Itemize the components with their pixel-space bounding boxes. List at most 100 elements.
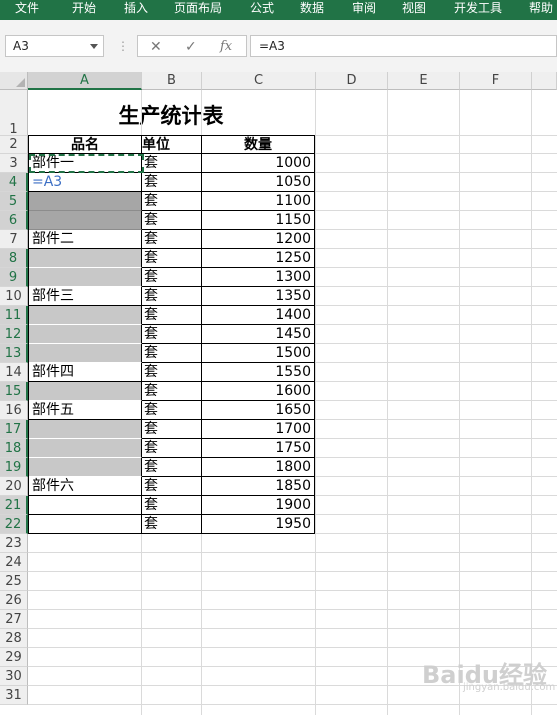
cell-name[interactable] [29,458,142,477]
row-header-6[interactable]: 6 [0,211,28,230]
header-cell-qty[interactable]: 数量 [202,136,315,154]
cell-name[interactable]: =A3 [29,173,142,192]
cancel-icon[interactable]: ✕ [150,39,162,55]
cell-unit[interactable]: 套 [142,344,202,363]
row-header-29[interactable]: 29 [0,648,28,667]
row-header-13[interactable]: 13 [0,344,28,363]
formula-input[interactable]: =A3 [250,35,557,57]
column-header-f[interactable]: F [460,72,532,90]
column-header-e[interactable]: E [388,72,460,90]
row-header-2[interactable]: 2 [0,136,28,154]
cell-name[interactable] [29,439,142,458]
cell-qty[interactable]: 1150 [202,211,315,230]
cell-qty[interactable]: 1050 [202,173,315,192]
row-header-5[interactable]: 5 [0,192,28,211]
header-cell-name[interactable]: 品名 [29,136,142,154]
cell-qty[interactable]: 1700 [202,420,315,439]
row-header-23[interactable]: 23 [0,534,28,553]
cell-unit[interactable]: 套 [142,268,202,287]
cell-unit[interactable]: 套 [142,382,202,401]
cell-unit[interactable]: 套 [142,173,202,192]
row-header-26[interactable]: 26 [0,591,28,610]
cell-name[interactable] [29,325,142,344]
cell-qty[interactable]: 1450 [202,325,315,344]
cell-qty[interactable]: 1750 [202,439,315,458]
row-header-15[interactable]: 15 [0,382,28,401]
row-header-14[interactable]: 14 [0,363,28,382]
cell-qty[interactable]: 1600 [202,382,315,401]
row-header-20[interactable]: 20 [0,477,28,496]
cell-qty[interactable]: 1650 [202,401,315,420]
cell-unit[interactable]: 套 [142,363,202,382]
row-header-31[interactable]: 31 [0,686,28,705]
cell-qty[interactable]: 1250 [202,249,315,268]
cell-unit[interactable]: 套 [142,287,202,306]
cell-unit[interactable]: 套 [142,192,202,211]
cell-unit[interactable]: 套 [142,249,202,268]
cell-unit[interactable]: 套 [142,154,202,173]
cell-qty[interactable]: 1900 [202,496,315,515]
row-header-28[interactable]: 28 [0,629,28,648]
select-all-button[interactable] [0,72,28,90]
insert-function-icon[interactable]: fx [220,39,232,55]
row-header-25[interactable]: 25 [0,572,28,591]
cell-name[interactable] [29,515,142,534]
cell-qty[interactable]: 1350 [202,287,315,306]
cell-unit[interactable]: 套 [142,230,202,249]
row-header-16[interactable]: 16 [0,401,28,420]
cell-name[interactable]: 部件六 [29,477,142,496]
cell-name[interactable] [29,420,142,439]
row-header-18[interactable]: 18 [0,439,28,458]
cell-unit[interactable]: 套 [142,496,202,515]
cell-unit[interactable]: 套 [142,439,202,458]
cell-qty[interactable]: 1850 [202,477,315,496]
row-header-10[interactable]: 10 [0,287,28,306]
cell-qty[interactable]: 1200 [202,230,315,249]
row-header-11[interactable]: 11 [0,306,28,325]
cell-name[interactable] [29,268,142,287]
row-header-21[interactable]: 21 [0,496,28,515]
cell-unit[interactable]: 套 [142,211,202,230]
ribbon-tab[interactable]: 开始 [72,0,96,20]
cell-name[interactable] [29,382,142,401]
cell-name[interactable] [29,192,142,211]
ribbon-tab[interactable]: 审阅 [352,0,376,20]
cell-qty[interactable]: 1950 [202,515,315,534]
row-header-19[interactable]: 19 [0,458,28,477]
cell-name[interactable] [29,211,142,230]
cell-name[interactable]: 部件二 [29,230,142,249]
column-header-next[interactable] [532,72,557,90]
ribbon-tab[interactable]: 帮助 [529,0,553,20]
sheet-title[interactable]: 生产统计表 [28,91,314,136]
cell-unit[interactable]: 套 [142,401,202,420]
ribbon-tab[interactable]: 文件 [15,0,39,20]
row-header-1[interactable]: 1 [0,90,28,137]
cell-name[interactable] [29,344,142,363]
row-header-17[interactable]: 17 [0,420,28,439]
ribbon-tab[interactable]: 视图 [402,0,426,20]
cell-unit[interactable]: 套 [142,306,202,325]
column-header-b[interactable]: B [142,72,202,90]
row-header-27[interactable]: 27 [0,610,28,629]
ribbon-tab[interactable]: 开发工具 [454,0,502,20]
worksheet-grid[interactable]: 生产统计表 A B C D E F 1 2 3 4 5 6 7 8 9 10 11 12 13 14 15 16 17 18 1… [0,72,557,715]
cell-name[interactable] [29,496,142,515]
cell-unit[interactable]: 套 [142,477,202,496]
cell-name[interactable]: 部件五 [29,401,142,420]
row-header-8[interactable]: 8 [0,249,28,268]
ribbon-tab[interactable]: 数据 [300,0,324,20]
cell-unit[interactable]: 套 [142,420,202,439]
row-header-24[interactable]: 24 [0,553,28,572]
cell-name[interactable] [29,249,142,268]
cell-name[interactable]: 部件三 [29,287,142,306]
cell-unit[interactable]: 套 [142,515,202,534]
cell-unit[interactable]: 套 [142,458,202,477]
enter-icon[interactable]: ✓ [185,39,197,55]
cell-qty[interactable]: 1000 [202,154,315,173]
cell-qty[interactable]: 1500 [202,344,315,363]
column-header-d[interactable]: D [316,72,388,90]
cell-qty[interactable]: 1300 [202,268,315,287]
cell-qty[interactable]: 1550 [202,363,315,382]
row-header-9[interactable]: 9 [0,268,28,287]
cell-qty[interactable]: 1800 [202,458,315,477]
